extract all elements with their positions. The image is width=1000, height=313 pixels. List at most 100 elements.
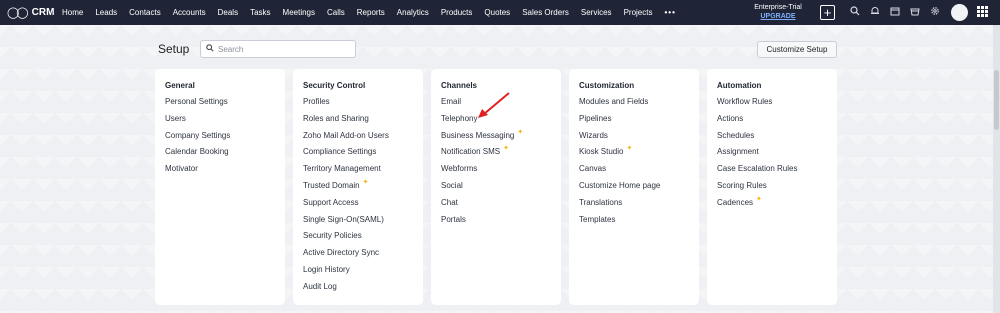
link-label: Security Policies [303, 231, 362, 241]
setup-link-translations[interactable]: Translations [579, 198, 689, 215]
setup-link-wizards[interactable]: Wizards [579, 131, 689, 148]
setup-link-case-escalation-rules[interactable]: Case Escalation Rules [717, 164, 827, 181]
setup-link-active-directory-sync[interactable]: Active Directory Sync [303, 248, 413, 265]
crm-logo[interactable]: ◯◯ CRM [0, 6, 56, 19]
calendar-icon[interactable] [885, 6, 905, 19]
link-label: Single Sign-On(SAML) [303, 214, 384, 224]
setup-link-webforms[interactable]: Webforms [441, 164, 551, 181]
link-label: Pipelines [579, 113, 612, 123]
setup-search[interactable] [200, 40, 356, 58]
nav-item-leads[interactable]: Leads [89, 8, 123, 17]
setup-link-motivator[interactable]: Motivator [165, 164, 275, 181]
nav-item-tasks[interactable]: Tasks [244, 8, 276, 17]
link-label: Active Directory Sync [303, 248, 380, 258]
link-label: Calendar Booking [165, 147, 229, 157]
search-icon[interactable] [845, 6, 865, 19]
scrollbar-thumb[interactable] [994, 70, 999, 130]
nav-item-accounts[interactable]: Accounts [167, 8, 212, 17]
upgrade-link[interactable]: UPGRADE [752, 12, 804, 21]
setup-link-workflow-rules[interactable]: Workflow Rules [717, 97, 827, 114]
nav-item-home[interactable]: Home [56, 8, 89, 17]
setup-link-scoring-rules[interactable]: Scoring Rules [717, 181, 827, 198]
card-link-list: Personal Settings Users Company Settings Ca… [165, 97, 275, 181]
link-label: Notification SMS [441, 147, 501, 157]
bell-icon[interactable] [865, 6, 885, 19]
setup-link-modules-and-fields[interactable]: Modules and Fields [579, 97, 689, 114]
nav-item-services[interactable]: Services [575, 8, 618, 17]
setup-link-kiosk-studio[interactable]: Kiosk Studio ✦ [579, 145, 689, 164]
setup-link-support-access[interactable]: Support Access [303, 198, 413, 215]
card-security-control: Security Control Profiles Roles and Sharin… [293, 69, 423, 305]
nav-item-calls[interactable]: Calls [321, 8, 351, 17]
nav-item-projects[interactable]: Projects [618, 8, 659, 17]
app-grid-icon[interactable] [977, 5, 988, 20]
link-label: Modules and Fields [579, 97, 649, 106]
link-label: Chat [441, 197, 458, 207]
setup-link-personal-settings[interactable]: Personal Settings [165, 97, 275, 114]
setup-link-chat[interactable]: Chat [441, 198, 551, 215]
nav-more-icon[interactable]: ••• [658, 8, 681, 17]
setup-link-roles-and-sharing[interactable]: Roles and Sharing [303, 114, 413, 131]
trial-info[interactable]: Enterprise-Trial UPGRADE [752, 3, 804, 21]
setup-link-notification-sms[interactable]: Notification SMS ✦ [441, 145, 551, 164]
avatar[interactable] [951, 4, 968, 21]
link-label: Workflow Rules [717, 97, 773, 106]
nav-item-reports[interactable]: Reports [351, 8, 391, 17]
setup-link-audit-log[interactable]: Audit Log [303, 282, 413, 299]
create-plus-icon[interactable]: + [820, 5, 835, 20]
setup-link-users[interactable]: Users [165, 114, 275, 131]
module-nav: Home Leads Contacts Accounts Deals Tasks Meeti… [56, 0, 682, 25]
setup-link-portals[interactable]: Portals [441, 215, 551, 232]
new-sparkle-icon: ✦ [503, 145, 510, 153]
setup-link-trusted-domain[interactable]: Trusted Domain ✦ [303, 178, 413, 198]
setup-link-schedules[interactable]: Schedules [717, 131, 827, 148]
nav-item-contacts[interactable]: Contacts [123, 8, 167, 17]
setup-link-cadences[interactable]: Cadences ✦ [717, 196, 827, 215]
nav-item-quotes[interactable]: Quotes [478, 8, 516, 17]
setup-link-templates[interactable]: Templates [579, 215, 689, 232]
setup-link-calendar-booking[interactable]: Calendar Booking [165, 147, 275, 164]
nav-item-analytics[interactable]: Analytics [391, 8, 435, 17]
setup-link-profiles[interactable]: Profiles [303, 97, 413, 114]
link-label: Translations [579, 197, 623, 207]
nav-item-products[interactable]: Products [435, 8, 479, 17]
new-sparkle-icon: ✦ [626, 145, 633, 153]
setup-link-company-settings[interactable]: Company Settings [165, 131, 275, 148]
setup-link-customize-home-page[interactable]: Customize Home page [579, 181, 689, 198]
search-input[interactable] [218, 44, 348, 54]
trial-label: Enterprise-Trial [754, 4, 802, 11]
setup-link-canvas[interactable]: Canvas [579, 164, 689, 181]
page-title: Setup [158, 42, 190, 56]
setup-link-territory-management[interactable]: Territory Management [303, 164, 413, 181]
link-label: Wizards [579, 130, 608, 140]
top-icons: + [820, 0, 988, 25]
marketplace-icon[interactable] [905, 6, 925, 19]
customize-setup-button[interactable]: Customize Setup [757, 41, 837, 58]
nav-item-meetings[interactable]: Meetings [277, 8, 321, 17]
setup-link-single-sign-on-saml[interactable]: Single Sign-On(SAML) [303, 215, 413, 232]
setup-link-security-policies[interactable]: Security Policies [303, 231, 413, 248]
setup-link-assignment[interactable]: Assignment [717, 147, 827, 164]
search-icon [206, 44, 214, 54]
new-sparkle-icon: ✦ [362, 178, 369, 186]
top-nav-bar: ◯◯ CRM Home Leads Contacts Accounts Deals Tas… [0, 0, 1000, 25]
setup-link-compliance-settings[interactable]: Compliance Settings [303, 147, 413, 164]
nav-item-sales-orders[interactable]: Sales Orders [516, 8, 575, 17]
link-label: Personal Settings [165, 97, 228, 106]
setup-link-actions[interactable]: Actions [717, 114, 827, 131]
logo-rings-icon: ◯◯ [7, 7, 29, 19]
page-scrollbar[interactable] [993, 25, 1000, 313]
setup-link-zoho-mail-add-on-users[interactable]: Zoho Mail Add-on Users [303, 131, 413, 148]
link-label: Scoring Rules [717, 180, 767, 190]
setup-link-pipelines[interactable]: Pipelines [579, 114, 689, 131]
card-title: Automation [717, 81, 762, 90]
setup-link-business-messaging[interactable]: Business Messaging ✦ [441, 129, 551, 148]
link-label: Territory Management [303, 164, 381, 174]
card-link-list: Profiles Roles and Sharing Zoho Mail Add-o… [303, 97, 413, 299]
link-label: Login History [303, 264, 350, 274]
setup-link-social[interactable]: Social [441, 181, 551, 198]
setup-link-login-history[interactable]: Login History [303, 265, 413, 282]
nav-item-deals[interactable]: Deals [212, 8, 244, 17]
link-label: Schedules [717, 130, 755, 140]
gear-icon[interactable] [925, 6, 945, 19]
